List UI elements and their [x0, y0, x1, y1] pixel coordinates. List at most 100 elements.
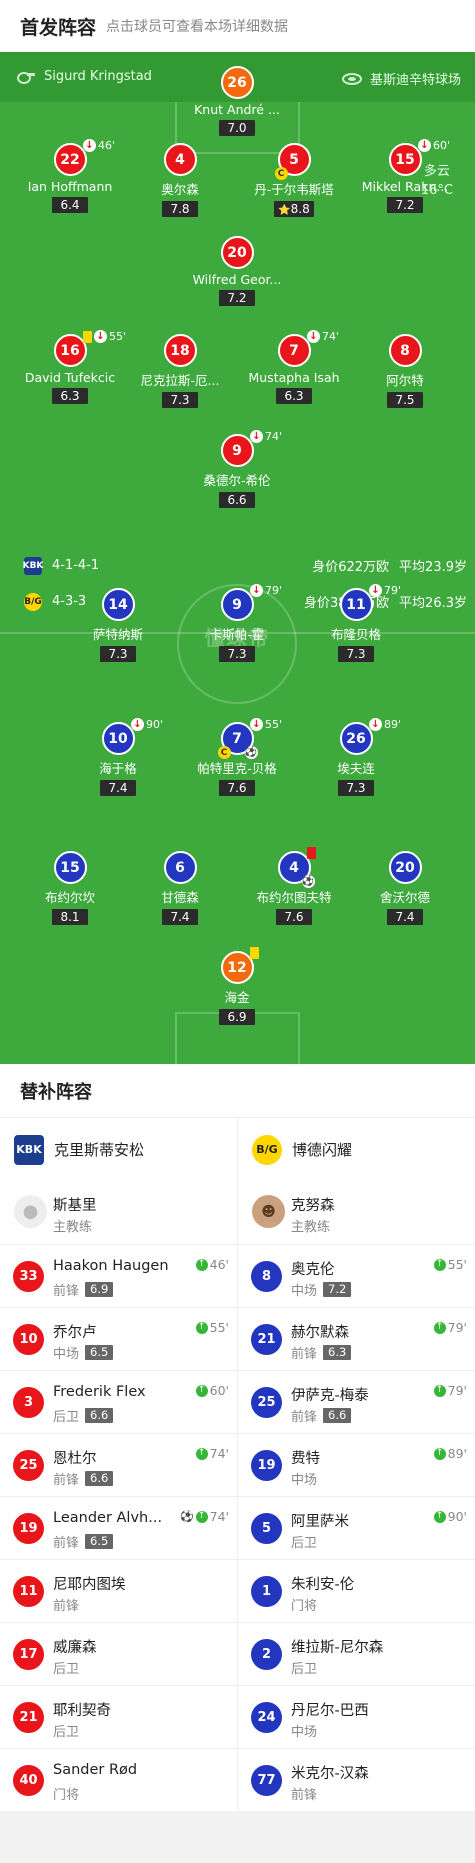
- sub-player-rating: 6.6: [323, 1408, 352, 1423]
- player-number-circle: 6: [163, 851, 197, 884]
- player-rating: 7.4: [162, 909, 198, 925]
- sub-player-name: 丹尼尔-巴西: [291, 1703, 369, 1719]
- player-number: 12: [227, 959, 247, 976]
- player-number-circle: 18: [163, 334, 197, 367]
- sub-player-row[interactable]: 8 奥克伦 中场 7.2 ↑ 55': [238, 1244, 475, 1307]
- goal-ball-icon: ⚽: [244, 746, 258, 759]
- home-team-logo: KBK: [14, 1134, 44, 1165]
- sub-player-row[interactable]: 77 米克尔-汉森 前锋: [238, 1748, 475, 1811]
- home-player-15[interactable]: 15 ↓ 60' Mikkel Rakn... 7.2: [335, 139, 475, 213]
- position-label: 前锋: [291, 1410, 318, 1425]
- home-team-row[interactable]: KBK 克里斯蒂安松: [0, 1118, 237, 1181]
- player-number: 9: [232, 442, 242, 459]
- player-number-circle: 11: [339, 588, 373, 621]
- rating-value: 7.0: [227, 121, 247, 135]
- sub-in-icon: ↑: [433, 1510, 446, 1523]
- rating-value: 7.8: [170, 202, 190, 216]
- home-player-26[interactable]: 26 Knut André ... 7.0: [167, 66, 307, 136]
- sub-minute: 79': [384, 584, 402, 597]
- sub-player-row[interactable]: 19 费特 中场 ↑ 89': [238, 1433, 475, 1496]
- player-events: [250, 947, 259, 959]
- player-events: ↓ 89': [369, 718, 401, 731]
- sub-minute: 74': [209, 1446, 229, 1461]
- sub-player-name: 奥克伦: [291, 1262, 335, 1278]
- sub-player-row[interactable]: 5 阿里萨米 后卫 ↑ 90': [238, 1496, 475, 1559]
- sub-out-icon: ↓: [369, 584, 382, 597]
- sub-minute: 55': [447, 1257, 467, 1272]
- player-number-circle: 26: [339, 722, 373, 755]
- sub-out-icon: ↓: [307, 330, 320, 343]
- player-rating: 6.3: [276, 388, 312, 404]
- sub-player-name: 朱利安-伦: [291, 1577, 355, 1593]
- position-label: 后卫: [291, 1536, 318, 1551]
- rating-value: 8.8: [290, 202, 310, 216]
- sub-player-name: 耶利契奇: [53, 1703, 111, 1719]
- player-events: [307, 847, 316, 859]
- sub-player-row[interactable]: 11 尼耶内图埃 前锋: [0, 1559, 237, 1622]
- away-player-11[interactable]: 11 ↓ 79' 布隆贝格 7.3: [286, 584, 426, 662]
- sub-out-icon: ↓: [83, 139, 96, 152]
- player-number-circle: 20: [220, 236, 254, 269]
- rating-value: 7.3: [170, 393, 190, 407]
- away-coach-name: 克努森: [291, 1198, 335, 1214]
- sub-in-minute: ↑ 74': [195, 1446, 229, 1461]
- player-number: 6: [175, 859, 185, 876]
- sub-player-row[interactable]: 25 恩杜尔 前锋 6.6 ↑ 74': [0, 1433, 237, 1496]
- goal-ball-icon: ⚽: [301, 875, 315, 888]
- player-number-circle: 20: [388, 851, 422, 884]
- sub-player-row[interactable]: 3 Frederik Flex 后卫 6.6 ↑ 60': [0, 1370, 237, 1433]
- away-coach-row[interactable]: ☻ 克努森 主教练: [238, 1181, 475, 1244]
- sub-player-rating: 6.9: [85, 1282, 114, 1297]
- sub-minute: 60': [433, 139, 451, 152]
- sub-out-icon: ↓: [131, 718, 144, 731]
- home-player-20[interactable]: 20 Wilfred Geor... 7.2: [167, 236, 307, 306]
- sub-player-row[interactable]: 21 赫尔默森 前锋 6.3 ↑ 79': [238, 1307, 475, 1370]
- sub-in-minute: ↑ 79': [433, 1383, 467, 1398]
- sub-player-row[interactable]: 21 耶利契奇 后卫: [0, 1685, 237, 1748]
- player-number: 9: [232, 596, 242, 613]
- away-player-12[interactable]: 12 海金 6.9: [167, 947, 307, 1025]
- home-player-8[interactable]: 8 阿尔特 7.5: [335, 334, 475, 408]
- sub-minute: 60': [209, 1383, 229, 1398]
- player-number-circle: 22: [53, 143, 87, 176]
- player-name: 布隆贝格: [330, 627, 381, 642]
- home-coach-row[interactable]: ● 斯基里 主教练: [0, 1181, 237, 1244]
- away-team-row[interactable]: B/G 博德闪耀: [238, 1118, 475, 1181]
- sub-player-row[interactable]: 40 Sander Rød 门将: [0, 1748, 237, 1811]
- player-rating: 6.6: [219, 492, 255, 508]
- sub-player-row[interactable]: 19 Leander Alvh... 前锋 6.5 ⚽ ↑ 74': [0, 1496, 237, 1559]
- away-player-26[interactable]: 26 ↓ 89' 埃夫连 7.3: [286, 718, 426, 796]
- footer-space: [0, 1811, 475, 1863]
- away-coach-role: 主教练: [291, 1220, 331, 1235]
- sub-player-row[interactable]: 17 威廉森 后卫: [0, 1622, 237, 1685]
- yellow-card-icon: [83, 330, 92, 343]
- sub-player-row[interactable]: 25 伊萨克-梅泰 前锋 6.6 ↑ 79': [238, 1370, 475, 1433]
- whistle-icon: [17, 71, 35, 84]
- player-rating: 7.4: [100, 780, 136, 796]
- home-avg-age: 平均23.9岁: [399, 560, 467, 575]
- sub-minute: 79': [447, 1320, 467, 1335]
- sub-player-position: 门将: [53, 1784, 79, 1803]
- player-number-circle: 26: [220, 66, 254, 99]
- home-player-9[interactable]: 9 ↓ 74' 桑德尔-希伦 6.6: [167, 430, 307, 508]
- player-number: 5: [289, 151, 299, 168]
- player-number-circle: 33: [13, 1261, 44, 1292]
- sub-player-row[interactable]: 24 丹尼尔-巴西 中场: [238, 1685, 475, 1748]
- player-events: ↓ 79': [369, 584, 401, 597]
- away-player-20[interactable]: 20 舍沃尔德 7.4: [335, 851, 475, 925]
- sub-player-row[interactable]: 1 朱利安-伦 门将: [238, 1559, 475, 1622]
- rating-value: 7.3: [108, 647, 128, 661]
- player-number: 20: [227, 244, 247, 261]
- lineup-subtitle: 点击球员可查看本场详细数据: [106, 19, 289, 35]
- sub-player-name: 赫尔默森: [291, 1325, 349, 1341]
- position-label: 后卫: [53, 1725, 80, 1740]
- player-number-circle: 19: [251, 1450, 282, 1481]
- sub-player-name: 威廉森: [53, 1640, 97, 1656]
- sub-player-rating: 6.5: [85, 1345, 114, 1360]
- sub-player-row[interactable]: 2 维拉斯-尼尔森 后卫: [238, 1622, 475, 1685]
- player-number-circle: 7: [277, 334, 311, 367]
- sub-player-row[interactable]: 10 乔尔卢 中场 6.5 ↑ 55': [0, 1307, 237, 1370]
- player-rating: 7.6: [276, 909, 312, 925]
- sub-player-row[interactable]: 33 Haakon Haugen 前锋 6.9 ↑ 46': [0, 1244, 237, 1307]
- away-team-logo: B/G: [24, 592, 42, 611]
